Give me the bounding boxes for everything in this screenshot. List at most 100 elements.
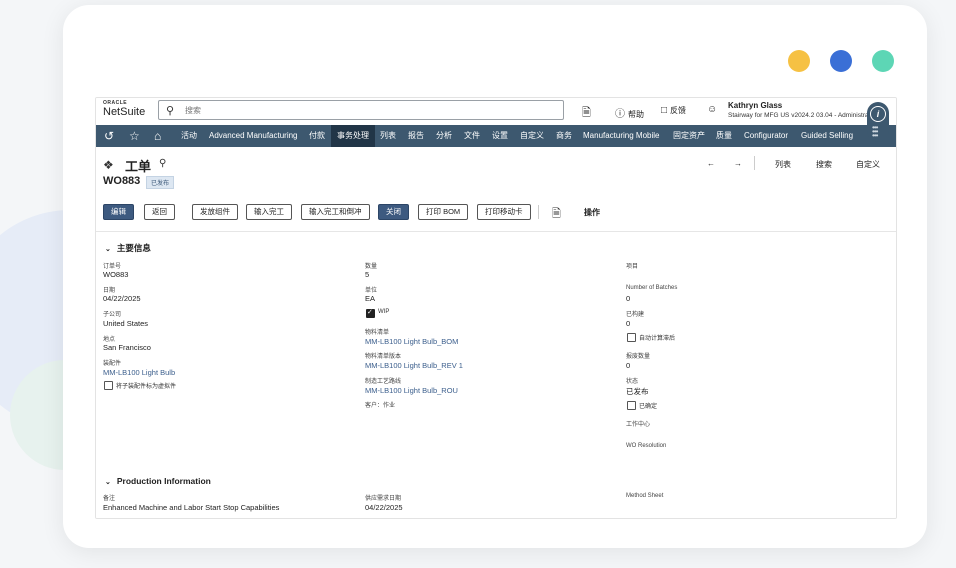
previous-record-button[interactable]: ← bbox=[707, 159, 715, 168]
grid-icon: ••• ••• ••• bbox=[872, 123, 878, 140]
record-search-icon[interactable]: ⚲ bbox=[159, 158, 166, 169]
status-label: 状态 bbox=[626, 379, 639, 385]
customize-link[interactable]: 自定义 bbox=[856, 159, 880, 170]
divider bbox=[538, 205, 539, 219]
print-traveler-button[interactable]: 打印移动卡 bbox=[477, 204, 531, 220]
nav-item-analytics[interactable]: 分析 bbox=[430, 125, 458, 147]
netsuite-logo[interactable]: ORACLE NetSuite bbox=[103, 101, 145, 118]
info-icon: i bbox=[870, 106, 886, 122]
units-value: EA bbox=[365, 294, 376, 303]
memo-label: 备注 bbox=[103, 496, 116, 502]
batches-value: 0 bbox=[626, 294, 631, 303]
actions-menu[interactable]: 操作 bbox=[584, 207, 600, 218]
recent-records-icon[interactable]: 🗎 bbox=[582, 104, 591, 123]
window-dot-yellow bbox=[788, 50, 810, 72]
help-button[interactable]: ⓘ 帮助 bbox=[615, 105, 644, 120]
auto-calc-lag-label: 自动计算滞后 bbox=[639, 336, 676, 342]
global-search-input[interactable]: ⚲ 搜索 bbox=[158, 100, 564, 120]
user-menu[interactable]: Kathryn Glass Stairway for MFG US v2024.… bbox=[728, 101, 876, 119]
supply-date-value: 04/22/2025 bbox=[365, 503, 403, 512]
phantom-checkbox[interactable] bbox=[104, 381, 113, 390]
quantity-value: 5 bbox=[365, 270, 370, 279]
search-placeholder: 搜索 bbox=[185, 106, 201, 115]
next-record-button[interactable]: → bbox=[734, 159, 742, 168]
work-center-label: 工作中心 bbox=[626, 422, 651, 428]
bom-link[interactable]: MM-LB100 Light Bulb_BOM bbox=[365, 337, 458, 346]
help-widget[interactable]: i ••• ••• ••• bbox=[867, 102, 889, 142]
help-icon: ⓘ bbox=[615, 109, 625, 120]
phantom-checkbox-label: 将子装配件标为虚拟件 bbox=[116, 384, 177, 390]
enter-completion-button[interactable]: 输入完工 bbox=[246, 204, 292, 220]
bom-revision-link[interactable]: MM-LB100 Light Bulb_REV 1 bbox=[365, 361, 463, 370]
nav-item-commerce[interactable]: 商务 bbox=[550, 125, 578, 147]
routing-link[interactable]: MM-LB100 Light Bulb_ROU bbox=[365, 386, 458, 395]
nav-item-setup[interactable]: 设置 bbox=[486, 125, 514, 147]
edit-button[interactable]: 编辑 bbox=[103, 204, 134, 220]
scroll-fade bbox=[96, 513, 896, 518]
print-bom-button[interactable]: 打印 BOM bbox=[418, 204, 469, 220]
subsidiary-label: 子公司 bbox=[103, 312, 122, 318]
assembly-link[interactable]: MM-LB100 Light Bulb bbox=[103, 368, 175, 377]
wip-checkbox-label: WIP bbox=[378, 309, 390, 315]
firmed-checkbox[interactable] bbox=[627, 401, 636, 410]
nav-item-fixed-assets[interactable]: 固定资产 bbox=[667, 125, 711, 147]
feedback-button[interactable]: □ 反馈 bbox=[661, 105, 686, 116]
wip-checkbox[interactable] bbox=[366, 308, 375, 318]
history-icon[interactable]: ↺ bbox=[104, 128, 114, 144]
memo-value: Enhanced Machine and Labor Start Stop Ca… bbox=[103, 503, 280, 512]
date-value: 04/22/2025 bbox=[103, 294, 141, 303]
search-link[interactable]: 搜索 bbox=[816, 159, 832, 170]
list-link[interactable]: 列表 bbox=[775, 159, 791, 170]
section-production-toggle[interactable]: ⌄ Production Information bbox=[105, 476, 211, 486]
close-button[interactable]: 关闭 bbox=[378, 204, 409, 220]
chevron-down-icon: ⌄ bbox=[105, 246, 111, 253]
user-name: Kathryn Glass bbox=[728, 101, 783, 110]
routing-label: 制造工艺路线 bbox=[365, 379, 402, 385]
back-button[interactable]: 返回 bbox=[144, 204, 175, 220]
status-value: 已发布 bbox=[626, 387, 649, 396]
user-icon[interactable]: ☺ bbox=[707, 104, 717, 115]
user-role: Stairway for MFG US v2024.2 03.04 - Admi… bbox=[728, 112, 877, 119]
batches-label: Number of Batches bbox=[626, 285, 678, 291]
customer-job-label: 客户：作业 bbox=[365, 403, 396, 409]
supply-date-label: 供应需求日期 bbox=[365, 496, 402, 502]
favorites-star-icon[interactable]: ☆ bbox=[129, 128, 140, 144]
nav-item-guided-selling[interactable]: Guided Selling bbox=[795, 125, 859, 147]
top-bar: ORACLE NetSuite ⚲ 搜索 🗎 ⓘ 帮助 □ 反馈 ☺ Kathryn… bbox=[96, 98, 896, 125]
home-icon[interactable]: ⌂ bbox=[154, 128, 161, 144]
status-badge: 已发布 bbox=[146, 176, 175, 189]
auto-calc-lag-checkbox[interactable] bbox=[627, 333, 636, 342]
wo-resolution-label: WO Resolution bbox=[626, 443, 667, 449]
nav-item-reports[interactable]: 报告 bbox=[402, 125, 430, 147]
document-icon[interactable]: 🗎 bbox=[552, 205, 561, 224]
nav-item-activities[interactable]: 活动 bbox=[175, 125, 203, 147]
nav-item-payments[interactable]: 付款 bbox=[303, 125, 331, 147]
section-primary-toggle[interactable]: ⌄ 主要信息 bbox=[105, 242, 151, 254]
nav-item-customization[interactable]: 自定义 bbox=[514, 125, 550, 147]
built-label: 已构建 bbox=[626, 312, 645, 318]
bom-revision-label: 物料清单版本 bbox=[365, 354, 402, 360]
scrap-quantity-value: 0 bbox=[626, 361, 631, 370]
search-icon: ⚲ bbox=[166, 105, 175, 117]
nav-item-documents[interactable]: 文件 bbox=[458, 125, 486, 147]
quantity-label: 数量 bbox=[365, 264, 378, 270]
nav-item-manufacturing-mobile[interactable]: Manufacturing Mobile bbox=[577, 125, 665, 147]
scrap-quantity-label: 报废数量 bbox=[626, 354, 651, 360]
built-value: 0 bbox=[626, 319, 631, 328]
divider bbox=[754, 156, 755, 170]
main-navigation: ↺ ☆ ⌂ 活动 Advanced Manufacturing 付款 事务处理 … bbox=[96, 125, 896, 147]
location-value: San Francisco bbox=[103, 343, 151, 352]
nav-item-advanced-manufacturing[interactable]: Advanced Manufacturing bbox=[203, 125, 304, 147]
window-dot-blue bbox=[830, 50, 852, 72]
nav-item-configurator[interactable]: Configurator bbox=[738, 125, 794, 147]
nav-item-quality[interactable]: 质量 bbox=[710, 125, 738, 147]
nav-item-transactions[interactable]: 事务处理 bbox=[331, 125, 375, 147]
bom-label: 物料清单 bbox=[365, 330, 390, 336]
record-body: ⌄ 主要信息 订单号 WO883 日期 04/22/2025 子公司 United… bbox=[96, 231, 896, 518]
nav-item-lists[interactable]: 列表 bbox=[374, 125, 402, 147]
release-components-button[interactable]: 发放组件 bbox=[192, 204, 238, 220]
enter-completion-backflush-button[interactable]: 输入完工和倒冲 bbox=[301, 204, 370, 220]
record-id: WO883 bbox=[103, 175, 141, 187]
assembly-label: 装配件 bbox=[103, 361, 122, 367]
project-label: 项目 bbox=[626, 264, 639, 270]
